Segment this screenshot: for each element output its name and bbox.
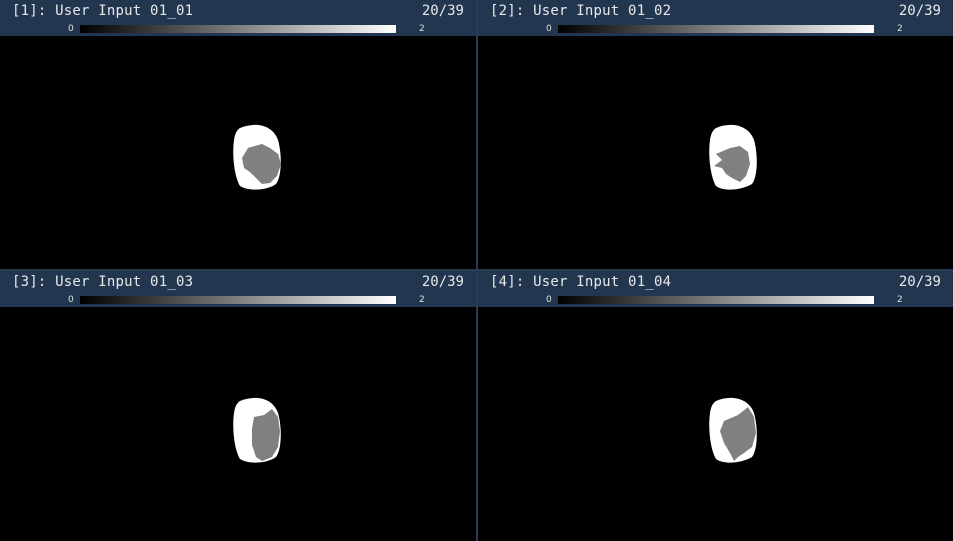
pane-title: [1]: User Input 01_01 — [12, 3, 194, 19]
colorbar — [558, 25, 874, 33]
pane-header: [4]: User Input 01_04 20/39 0 2 — [478, 271, 953, 307]
viewer-pane-4[interactable]: [4]: User Input 01_04 20/39 0 2 — [478, 271, 953, 541]
image-viewport[interactable] — [478, 36, 953, 269]
pane-title: [4]: User Input 01_04 — [490, 274, 672, 290]
colorbar-min-label: 0 — [68, 24, 74, 34]
colorbar-max-label: 2 — [897, 24, 903, 34]
image-viewport[interactable] — [0, 307, 476, 541]
segmentation-image — [709, 397, 757, 463]
colorbar — [558, 296, 874, 304]
colorbar — [80, 25, 396, 33]
colorbar — [80, 296, 396, 304]
slice-indicator: 20/39 — [421, 3, 464, 19]
colorbar-min-label: 0 — [546, 295, 552, 305]
slice-indicator: 20/39 — [421, 274, 464, 290]
pane-header: [1]: User Input 01_01 20/39 0 2 — [0, 0, 476, 36]
pane-title: [2]: User Input 01_02 — [490, 3, 672, 19]
slice-indicator: 20/39 — [898, 3, 941, 19]
segmentation-image — [233, 397, 281, 463]
colorbar-min-label: 0 — [546, 24, 552, 34]
colorbar-min-label: 0 — [68, 295, 74, 305]
pane-title: [3]: User Input 01_03 — [12, 274, 194, 290]
colorbar-max-label: 2 — [897, 295, 903, 305]
pane-header: [2]: User Input 01_02 20/39 0 2 — [478, 0, 953, 36]
viewer-pane-2[interactable]: [2]: User Input 01_02 20/39 0 2 — [478, 0, 953, 269]
viewer-pane-3[interactable]: [3]: User Input 01_03 20/39 0 2 — [0, 271, 476, 541]
colorbar-max-label: 2 — [419, 24, 425, 34]
colorbar-max-label: 2 — [419, 295, 425, 305]
image-viewport[interactable] — [0, 36, 476, 269]
slice-indicator: 20/39 — [898, 274, 941, 290]
pane-header: [3]: User Input 01_03 20/39 0 2 — [0, 271, 476, 307]
segmentation-image — [233, 124, 281, 190]
viewer-grid: [1]: User Input 01_01 20/39 0 2 [2]: Use… — [0, 0, 953, 541]
image-viewport[interactable] — [478, 307, 953, 541]
segmentation-image — [709, 124, 757, 190]
viewer-pane-1[interactable]: [1]: User Input 01_01 20/39 0 2 — [0, 0, 476, 269]
